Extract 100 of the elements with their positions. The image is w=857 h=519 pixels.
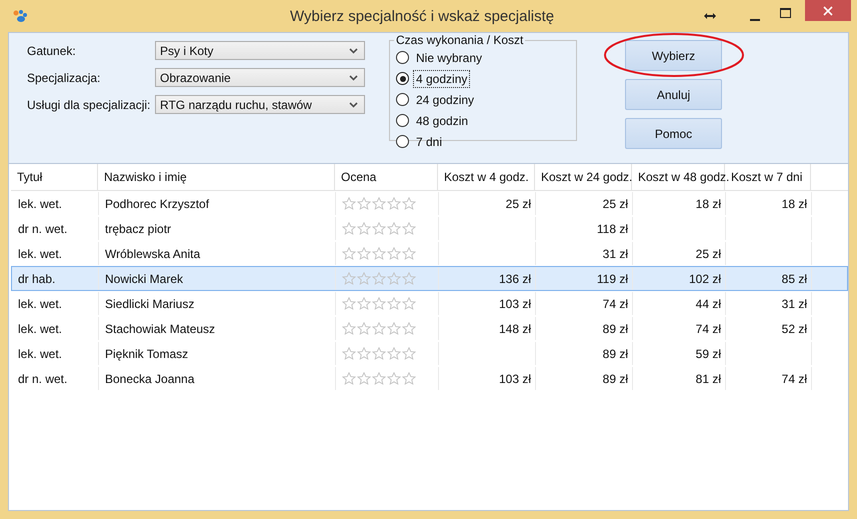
radio-button[interactable]	[396, 72, 409, 85]
table-cell: Stachowiak Mateusz	[105, 322, 216, 336]
star-icon	[372, 347, 386, 360]
table-cell: 81 zł	[696, 372, 721, 386]
star-icon	[357, 197, 371, 210]
radio-label[interactable]: 4 godziny	[413, 70, 470, 88]
table-cell: 18 zł	[696, 197, 721, 211]
table-row[interactable]: lek. wet. Wróblewska Anita 31 zł 25 zł	[11, 241, 848, 266]
star-icon	[387, 247, 401, 260]
star-icon	[387, 297, 401, 310]
radio-button[interactable]	[396, 135, 409, 148]
table-cell: dr n. wet.	[18, 372, 68, 386]
star-icon	[342, 347, 356, 360]
column-header[interactable]: Koszt w 4 godz.	[438, 164, 535, 190]
star-icon	[372, 272, 386, 285]
star-icon	[372, 247, 386, 260]
radio-label[interactable]: Nie wybrany	[413, 48, 486, 66]
table-cell: 74 zł	[696, 322, 721, 336]
table-cell: 18 zł	[782, 197, 807, 211]
field-label: Specjalizacja:	[27, 70, 102, 84]
column-header[interactable]: Ocena	[335, 164, 438, 190]
table-cell: lek. wet.	[18, 322, 62, 336]
star-icon	[342, 372, 356, 385]
close-icon	[823, 6, 833, 16]
table-cell: 52 zł	[782, 322, 807, 336]
radio-label[interactable]: 48 godzin	[413, 112, 472, 130]
table-cell: 89 zł	[602, 322, 628, 336]
table-cell: 31 zł	[602, 247, 628, 261]
star-icon	[357, 272, 371, 285]
star-icon	[402, 322, 416, 335]
table-cell: 102 zł	[688, 272, 721, 286]
table-cell: 59 zł	[696, 347, 721, 361]
star-icon	[372, 322, 386, 335]
field-label: Gatunek:	[27, 44, 77, 58]
table-row[interactable]: lek. wet. Stachowiak Mateusz 148 zł 89 zł 74 zł 52 zł	[11, 316, 848, 341]
action-button[interactable]: Anuluj	[625, 79, 722, 110]
table-row[interactable]: lek. wet. Siedlicki Mariusz 103 zł 74 zł 44 zł 31 zł	[11, 291, 848, 316]
star-icon	[372, 297, 386, 310]
table-row[interactable]: dr n. wet. Bonecka Joanna 103 zł 89 zł 81 zł 74 zł	[11, 366, 848, 391]
star-icon	[342, 297, 356, 310]
table-cell: 118 zł	[596, 222, 628, 236]
table-cell: 85 zł	[782, 272, 807, 286]
table-cell: Pięknik Tomasz	[105, 347, 188, 361]
star-icon	[342, 247, 356, 260]
table-cell: 136 zł	[498, 272, 531, 286]
action-button[interactable]: Pomoc	[625, 118, 722, 149]
table-cell: lek. wet.	[18, 297, 62, 311]
table-cell: dr n. wet.	[18, 222, 68, 236]
table-row[interactable]: lek. wet. Pięknik Tomasz 89 zł 59 zł	[11, 341, 848, 366]
star-icon	[342, 222, 356, 235]
star-icon	[387, 347, 401, 360]
table-cell: 44 zł	[696, 297, 721, 311]
star-icon	[387, 372, 401, 385]
radio-label[interactable]: 7 dni	[413, 132, 446, 150]
radio-label[interactable]: 24 godziny	[413, 90, 478, 108]
table-cell: lek. wet.	[18, 197, 62, 211]
table-cell: 148 zł	[498, 322, 531, 336]
selected-row[interactable]: dr hab. Nowicki Marek 136 zł 119 zł 102 zł 85 zł	[11, 266, 848, 291]
dropdown[interactable]: Obrazowanie	[155, 68, 365, 87]
star-icon	[357, 372, 371, 385]
star-icon	[387, 272, 401, 285]
table-cell: Bonecka Joanna	[105, 372, 194, 386]
star-icon	[402, 297, 416, 310]
resize-icon[interactable]	[704, 12, 716, 20]
minimize-icon[interactable]	[750, 18, 760, 20]
action-button[interactable]: Wybierz	[625, 40, 722, 71]
dropdown[interactable]: RTG narządu ruchu, stawów	[155, 95, 365, 114]
column-header[interactable]: Koszt w 24 godz.	[535, 164, 632, 190]
radio-button[interactable]	[396, 93, 409, 106]
radio-button[interactable]	[396, 114, 409, 127]
table-cell: 89 zł	[602, 372, 628, 386]
table-cell: 74 zł	[602, 297, 628, 311]
window-title: Wybierz specjalność i wskaż specjalistę	[290, 8, 554, 24]
star-icon	[357, 297, 371, 310]
table-cell: lek. wet.	[18, 347, 62, 361]
star-icon	[387, 222, 401, 235]
star-icon	[357, 222, 371, 235]
table-cell: 25 zł	[506, 197, 531, 211]
star-icon	[402, 247, 416, 260]
star-icon	[372, 197, 386, 210]
table-cell: Wróblewska Anita	[105, 247, 200, 261]
column-header[interactable]: Nazwisko i imię	[98, 164, 335, 190]
column-header[interactable]: Tytuł	[11, 164, 98, 190]
maximize-icon[interactable]	[780, 8, 791, 18]
chevron-icon	[349, 74, 358, 80]
star-icon	[342, 322, 356, 335]
table-cell: 119 zł	[596, 272, 628, 286]
table-cell: 31 zł	[782, 297, 807, 311]
table-row[interactable]: lek. wet. Podhorec Krzysztof 25 zł 25 zł 18 zł 18 zł	[11, 191, 848, 216]
star-icon	[387, 197, 401, 210]
table-cell: 25 zł	[696, 247, 721, 261]
table-cell: trębacz piotr	[105, 222, 172, 236]
star-icon	[402, 272, 416, 285]
table-row[interactable]: dr n. wet. trębacz piotr 118 zł	[11, 216, 848, 241]
paw-icon	[12, 9, 28, 23]
star-icon	[402, 372, 416, 385]
table-cell: 103 zł	[498, 372, 531, 386]
close-button[interactable]	[805, 0, 851, 21]
radio-button[interactable]	[396, 51, 409, 64]
dropdown[interactable]: Psy i Koty	[155, 41, 365, 60]
